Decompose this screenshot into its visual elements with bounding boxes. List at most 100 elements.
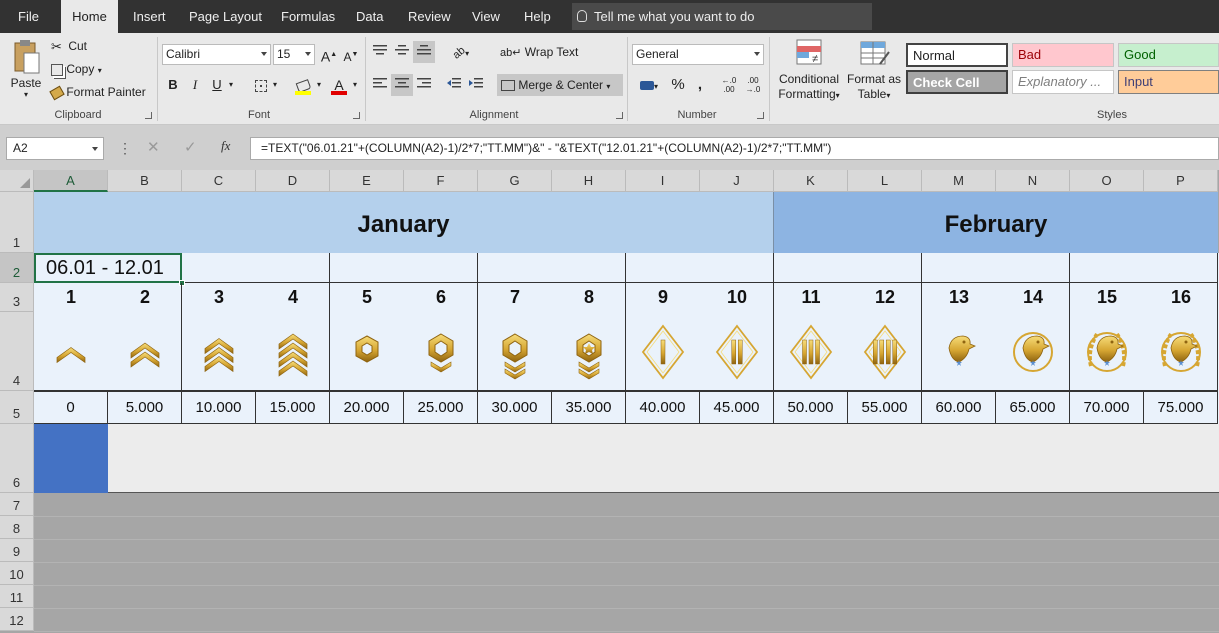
cell-a2-date-range[interactable]: 06.01 - 12.01	[34, 253, 182, 283]
cell-a6[interactable]	[34, 424, 108, 493]
style-good[interactable]: Good	[1118, 43, 1219, 67]
row-header-2[interactable]: 2	[0, 253, 34, 283]
row-header-4[interactable]: 4	[0, 312, 34, 391]
rank-icon-cell[interactable]	[404, 312, 478, 391]
column-header-f[interactable]: F	[404, 170, 478, 192]
xp-value-cell[interactable]: 30.000	[478, 391, 552, 424]
percent-style-button[interactable]: %	[667, 74, 689, 96]
align-middle-button[interactable]	[391, 41, 413, 63]
week-range-cell[interactable]	[1070, 253, 1218, 283]
xp-value-cell[interactable]: 45.000	[700, 391, 774, 424]
xp-value-cell[interactable]: 5.000	[108, 391, 182, 424]
font-color-button[interactable]: A	[328, 74, 350, 96]
rank-number-cell[interactable]: 15	[1070, 283, 1144, 312]
column-header-o[interactable]: O	[1070, 170, 1144, 192]
column-header-h[interactable]: H	[552, 170, 626, 192]
rank-number-cell[interactable]: 7	[478, 283, 552, 312]
align-left-button[interactable]	[369, 74, 391, 96]
column-header-m[interactable]: M	[922, 170, 996, 192]
tab-data[interactable]: Data	[356, 0, 383, 33]
rank-number-cell[interactable]: 1	[34, 283, 108, 312]
rank-number-cell[interactable]: 8	[552, 283, 626, 312]
borders-button[interactable]	[250, 74, 272, 96]
orientation-button[interactable]: ab▾	[446, 41, 476, 63]
tell-me-search[interactable]: Tell me what you want to do	[572, 3, 872, 30]
rank-icon-cell[interactable]	[552, 312, 626, 391]
align-top-button[interactable]	[369, 41, 391, 63]
shrink-font-button[interactable]: A▼	[340, 44, 362, 66]
conditional-formatting-button[interactable]: ≠ Conditional Formatting▾	[775, 38, 843, 103]
font-size-combo[interactable]: 15	[273, 44, 315, 65]
font-color-dropdown-icon[interactable]: ▾	[350, 74, 360, 96]
xp-value-cell[interactable]: 75.000	[1144, 391, 1218, 424]
rank-number-cell[interactable]: 3	[182, 283, 256, 312]
row-header-7[interactable]: 7	[0, 493, 34, 516]
row-header-3[interactable]: 3	[0, 283, 34, 312]
rank-number-cell[interactable]: 6	[404, 283, 478, 312]
format-as-table-button[interactable]: Format as Table▾	[845, 38, 903, 103]
insert-function-button[interactable]: fx	[221, 138, 230, 154]
row-header-11[interactable]: 11	[0, 585, 34, 608]
xp-value-cell[interactable]: 15.000	[256, 391, 330, 424]
confirm-entry-button[interactable]: ✓	[184, 138, 197, 156]
column-header-b[interactable]: B	[108, 170, 182, 192]
week-range-cell[interactable]	[922, 253, 1070, 283]
column-header-j[interactable]: J	[700, 170, 774, 192]
rank-icon-cell[interactable]	[626, 312, 700, 391]
more-options-icon[interactable]: ⋮	[118, 139, 132, 157]
bold-button[interactable]: B	[162, 74, 184, 96]
align-right-button[interactable]	[413, 74, 435, 96]
fill-color-button[interactable]	[292, 74, 314, 96]
row-header-6[interactable]: 6	[0, 424, 34, 493]
column-header-a[interactable]: A	[34, 170, 108, 192]
row-header-5[interactable]: 5	[0, 391, 34, 424]
row-header-1[interactable]: 1	[0, 192, 34, 253]
rank-number-cell[interactable]: 5	[330, 283, 404, 312]
row-header-8[interactable]: 8	[0, 516, 34, 539]
xp-value-cell[interactable]: 10.000	[182, 391, 256, 424]
formula-input[interactable]: =TEXT("06.01.21"+(COLUMN(A2)-1)/2*7;"TT.…	[250, 137, 1219, 160]
align-center-button[interactable]	[391, 74, 413, 96]
underline-dropdown-icon[interactable]: ▾	[226, 74, 236, 96]
name-box[interactable]: A2	[6, 137, 104, 160]
rank-icon-cell[interactable]	[330, 312, 404, 391]
style-check-cell[interactable]: Check Cell	[906, 70, 1008, 94]
column-header-c[interactable]: C	[182, 170, 256, 192]
rank-number-cell[interactable]: 4	[256, 283, 330, 312]
rank-icon-cell[interactable]	[256, 312, 330, 391]
rank-icon-cell[interactable]	[922, 312, 996, 391]
rank-number-cell[interactable]: 14	[996, 283, 1070, 312]
underline-button[interactable]: U	[206, 74, 228, 96]
xp-value-cell[interactable]: 35.000	[552, 391, 626, 424]
increase-decimal-button[interactable]: ←.0 .00	[718, 74, 740, 96]
column-header-g[interactable]: G	[478, 170, 552, 192]
number-launcher-icon[interactable]	[757, 112, 764, 119]
xp-value-cell[interactable]: 65.000	[996, 391, 1070, 424]
rank-icon-cell[interactable]	[108, 312, 182, 391]
xp-value-cell[interactable]: 40.000	[626, 391, 700, 424]
week-range-cell[interactable]	[182, 253, 330, 283]
rank-icon-cell[interactable]	[182, 312, 256, 391]
wrap-text-button[interactable]: ab↵ Wrap Text	[500, 45, 578, 59]
alignment-launcher-icon[interactable]	[616, 112, 623, 119]
tab-home[interactable]: Home	[61, 0, 118, 33]
tab-page-layout[interactable]: Page Layout	[189, 0, 262, 33]
row-header-12[interactable]: 12	[0, 608, 34, 631]
rank-icon-cell[interactable]	[34, 312, 108, 391]
clipboard-launcher-icon[interactable]	[145, 112, 152, 119]
rank-number-cell[interactable]: 16	[1144, 283, 1218, 312]
column-header-n[interactable]: N	[996, 170, 1070, 192]
rank-icon-cell[interactable]	[1144, 312, 1218, 391]
format-painter-button[interactable]: Format Painter	[49, 85, 146, 101]
week-range-cell[interactable]	[774, 253, 922, 283]
xp-value-cell[interactable]: 70.000	[1070, 391, 1144, 424]
copy-button[interactable]: Copy ▾	[51, 62, 102, 76]
paste-button[interactable]: Paste ▾	[8, 39, 44, 99]
tab-review[interactable]: Review	[408, 0, 451, 33]
font-name-combo[interactable]: Calibri	[162, 44, 271, 65]
column-header-e[interactable]: E	[330, 170, 404, 192]
row-header-10[interactable]: 10	[0, 562, 34, 585]
row-header-9[interactable]: 9	[0, 539, 34, 562]
style-explanatory[interactable]: Explanatory ...	[1012, 70, 1114, 94]
number-format-combo[interactable]: General	[632, 44, 764, 65]
